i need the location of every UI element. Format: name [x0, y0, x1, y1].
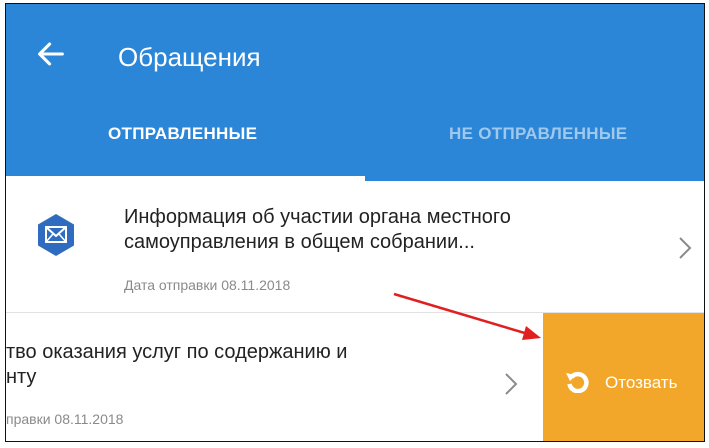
message-title-line: нту: [6, 366, 37, 388]
envelope-icon: [38, 214, 74, 256]
recall-label: Отозвать: [605, 373, 678, 392]
message-title-line: самоуправления в общем собрании...: [124, 231, 475, 253]
message-date: правки 08.11.2018: [6, 411, 124, 427]
message-list-item[interactable]: Информация об участии органа местного са…: [6, 181, 704, 312]
recall-button[interactable]: Отозвать: [543, 313, 704, 441]
message-list-item-swiped[interactable]: тво оказания услуг по содержанию и нту п…: [6, 313, 704, 441]
message-title: Информация об участии органа местного са…: [124, 205, 511, 255]
tab-unsent[interactable]: НЕ ОТПРАВЛЕННЫЕ: [449, 124, 627, 144]
chevron-right-icon: [505, 373, 518, 395]
page-title: Обращения: [118, 42, 261, 72]
chevron-right-icon: [679, 237, 692, 259]
undo-icon: [566, 371, 589, 393]
app-screen: Обращения ОТПРАВЛЕННЫЕ НЕ ОТПРАВЛЕННЫЕ И…: [5, 3, 705, 442]
back-arrow-icon[interactable]: [34, 37, 68, 71]
tab-sent[interactable]: ОТПРАВЛЕННЫЕ: [108, 124, 257, 144]
message-title: тво оказания услуг по содержанию и нту: [6, 340, 347, 390]
message-date: Дата отправки 08.11.2018: [124, 277, 291, 293]
app-bar: Обращения ОТПРАВЛЕННЫЕ НЕ ОТПРАВЛЕННЫЕ: [6, 4, 704, 181]
message-title-line: Информация об участии органа местного: [124, 206, 511, 228]
message-title-line: тво оказания услуг по содержанию и: [6, 341, 348, 363]
